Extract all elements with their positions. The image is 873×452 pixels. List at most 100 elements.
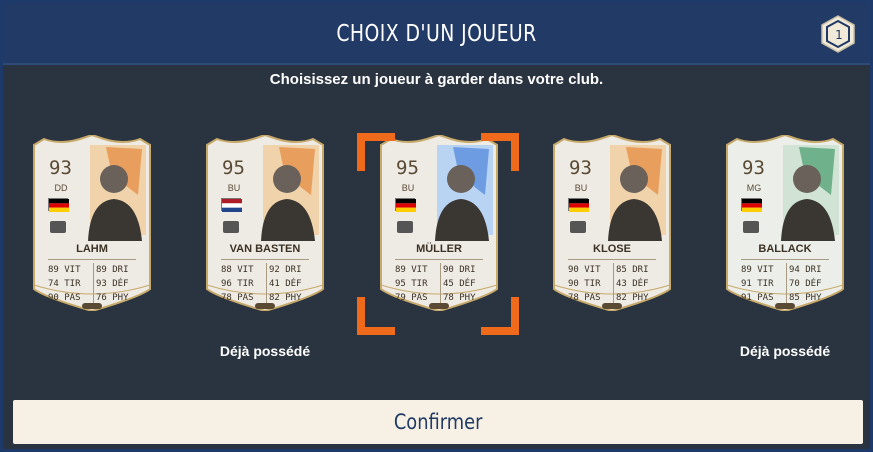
name-divider (48, 259, 136, 260)
stats-divider (786, 263, 787, 305)
stat-value: 78 (443, 293, 454, 303)
player-position: BU (227, 183, 241, 193)
player-position: MG (746, 183, 762, 193)
stats-divider (93, 263, 94, 305)
player-card-2[interactable]: 95 BU VAN BASTEN 88 VIT 92 DRI 96 TIR 41… (203, 135, 327, 311)
club-crest-icon (223, 221, 239, 233)
stat-label: DRI (632, 265, 649, 275)
stat-label: DRI (112, 265, 129, 275)
player-pick-dialog: CHOIX D'UN JOUEUR 1 Choisissez un joueur… (0, 0, 873, 452)
club-crest-icon (570, 221, 586, 233)
name-divider (568, 259, 656, 260)
stat-value: 89 (48, 265, 59, 275)
stat-value: 78 (221, 293, 232, 303)
already-owned-label: Déjà possédé (219, 343, 311, 359)
stat-label: DÉF (459, 279, 476, 289)
stat-label: TIR (411, 279, 428, 289)
stat-row: 90 TIR 43 DÉF (568, 277, 660, 291)
germany-flag-icon (568, 198, 589, 212)
stat-value: 91 (741, 293, 752, 303)
card-body: 93 DD LAHM 89 VIT 89 DRI 74 TIR 93 DÉF 9… (30, 135, 154, 311)
player-name: VAN BASTEN (229, 243, 301, 255)
stat-label: VIT (237, 265, 254, 275)
stat-label: VIT (757, 265, 774, 275)
boot-icon (255, 303, 275, 309)
stat-label: PHY (285, 293, 302, 303)
club-crest-icon (743, 221, 759, 233)
germany-flag-icon (48, 198, 69, 212)
stat-value: 82 (269, 293, 280, 303)
stat-label: DÉF (112, 279, 129, 289)
boot-icon (429, 303, 449, 309)
player-rating: 95 (222, 157, 245, 179)
stat-value: 70 (789, 279, 800, 289)
name-divider (221, 259, 309, 260)
netherlands-flag-icon (221, 198, 242, 212)
stat-value: 93 (96, 279, 107, 289)
name-divider (395, 259, 483, 260)
stat-row: 88 VIT 92 DRI (221, 263, 313, 277)
player-name: LAHM (76, 243, 108, 255)
stat-row: 89 VIT 89 DRI (48, 263, 140, 277)
stat-value: 74 (48, 279, 59, 289)
stat-row: 89 VIT 94 DRI (741, 263, 833, 277)
player-stats: 88 VIT 92 DRI 96 TIR 41 DÉF 78 PAS 82 PH… (221, 263, 313, 305)
stat-label: PHY (112, 293, 129, 303)
stat-value: 94 (789, 265, 800, 275)
player-name: KLOSE (593, 243, 631, 255)
stat-value: 79 (395, 293, 406, 303)
stat-label: TIR (584, 279, 601, 289)
player-position: BU (574, 183, 588, 193)
already-owned-label: Déjà possédé (739, 343, 831, 359)
stat-value: 89 (741, 265, 752, 275)
stat-label: DRI (805, 265, 822, 275)
player-name: MÜLLER (416, 243, 462, 255)
stat-label: DRI (285, 265, 302, 275)
player-card-5[interactable]: 93 MG BALLACK 89 VIT 94 DRI 91 TIR 70 DÉ… (723, 135, 847, 311)
player-photo (88, 165, 142, 241)
card-body: 93 MG BALLACK 89 VIT 94 DRI 91 TIR 70 DÉ… (723, 135, 847, 311)
card-body: 95 BU MÜLLER 89 VIT 90 DRI 95 TIR 45 DÉF (377, 135, 501, 311)
stat-value: 85 (616, 265, 627, 275)
stat-label: PAS (584, 293, 601, 303)
name-divider (741, 259, 829, 260)
stat-value: 78 (568, 293, 579, 303)
stat-value: 88 (221, 265, 232, 275)
svg-text:1: 1 (835, 28, 843, 42)
confirm-button[interactable]: Confirmer (13, 400, 863, 444)
stat-value: 90 (568, 279, 579, 289)
club-crest-icon (397, 221, 413, 233)
stat-value: 41 (269, 279, 280, 289)
stat-value: 89 (395, 265, 406, 275)
player-stats: 89 VIT 89 DRI 74 TIR 93 DÉF 90 PAS 76 PH… (48, 263, 140, 305)
player-card-3[interactable]: 95 BU MÜLLER 89 VIT 90 DRI 95 TIR 45 DÉF (377, 135, 501, 311)
pick-count-badge-icon: 1 (820, 15, 856, 53)
germany-flag-icon (395, 198, 416, 212)
stat-label: PAS (757, 293, 774, 303)
player-position: BU (401, 183, 415, 193)
stat-value: 45 (443, 279, 454, 289)
player-rating: 93 (569, 157, 592, 179)
stat-value: 90 (443, 265, 454, 275)
stat-label: DÉF (285, 279, 302, 289)
stat-label: VIT (584, 265, 601, 275)
stat-value: 90 (568, 265, 579, 275)
stat-label: PAS (64, 293, 81, 303)
player-stats: 90 VIT 85 DRI 90 TIR 43 DÉF 78 PAS 82 PH… (568, 263, 660, 305)
stat-label: PAS (411, 293, 428, 303)
boot-icon (82, 303, 102, 309)
player-photo (435, 165, 489, 241)
stat-label: PHY (805, 293, 822, 303)
boot-icon (602, 303, 622, 309)
stat-label: TIR (64, 279, 81, 289)
stat-value: 90 (48, 293, 59, 303)
stats-divider (440, 263, 441, 305)
player-card-1[interactable]: 93 DD LAHM 89 VIT 89 DRI 74 TIR 93 DÉF 9… (30, 135, 154, 311)
stat-row: 90 VIT 85 DRI (568, 263, 660, 277)
stat-label: DÉF (632, 279, 649, 289)
stat-label: VIT (411, 265, 428, 275)
player-photo (781, 165, 835, 241)
player-card-4[interactable]: 93 BU KLOSE 90 VIT 85 DRI 90 TIR 43 DÉF (550, 135, 674, 311)
stat-value: 91 (741, 279, 752, 289)
stat-label: DRI (459, 265, 476, 275)
